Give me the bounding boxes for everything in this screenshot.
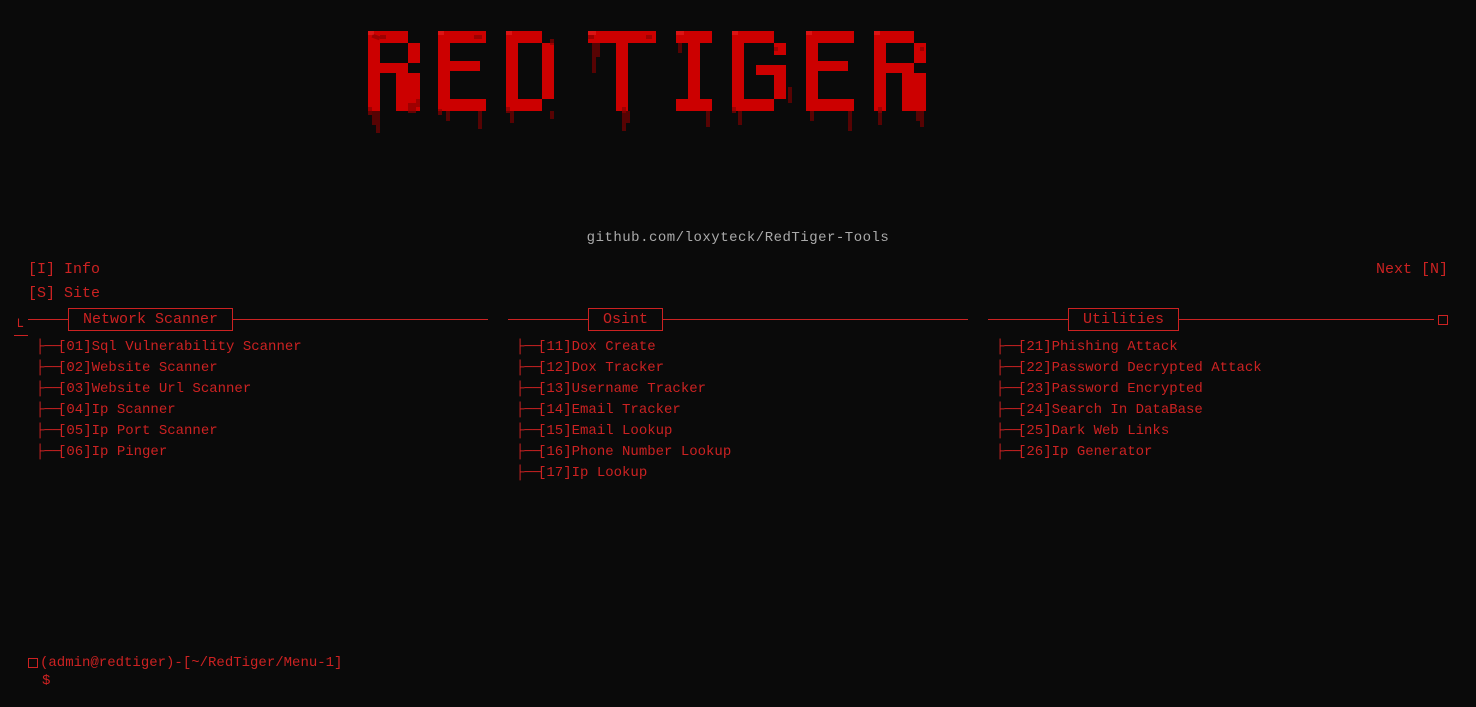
menu-item-14[interactable]: ├──[14] Email Tracker — [516, 402, 968, 418]
item-label: Ip Port Scanner — [92, 423, 218, 439]
menu-item-24[interactable]: ├──[24] Search In DataBase — [996, 402, 1448, 418]
panel-osint: Osint ├──[11] Dox Create ├──[12] Dox Trac… — [508, 308, 988, 481]
item-label: Search In DataBase — [1052, 402, 1203, 418]
main-layout: [I] Info [S] Site Next [N] └ Network Sca… — [0, 258, 1476, 481]
menu-item-03[interactable]: ├──[03] Website Url Scanner — [36, 381, 488, 397]
item-label: Ip Scanner — [92, 402, 176, 418]
item-number: [21] — [1018, 339, 1052, 355]
menu-item-12[interactable]: ├──[12] Dox Tracker — [516, 360, 968, 376]
terminal-area: (admin@redtiger)-[~/RedTiger/Menu-1] $ — [28, 655, 342, 689]
item-number: [14] — [538, 402, 572, 418]
terminal-dollar[interactable]: $ — [42, 673, 50, 689]
item-number: [03] — [58, 381, 92, 397]
menu-item-11[interactable]: ├──[11] Dox Create — [516, 339, 968, 355]
item-label: Dox Create — [572, 339, 656, 355]
hline2-left — [508, 319, 588, 320]
item-label: Website Url Scanner — [92, 381, 252, 397]
menu-item-17[interactable]: ├──[17] Ip Lookup — [516, 465, 968, 481]
panel-network-scanner: Network Scanner ├──[01] Sql Vulnerabilit… — [28, 308, 508, 481]
item-label: Dox Tracker — [572, 360, 664, 376]
panel2-header: Osint — [508, 308, 968, 331]
menu-item-22[interactable]: ├──[22] Password Decrypted Attack — [996, 360, 1448, 376]
item-label: Sql Vulnerability Scanner — [92, 339, 302, 355]
panel3-header: Utilities — [988, 308, 1448, 331]
menu-item-23[interactable]: ├──[23] Password Encrypted — [996, 381, 1448, 397]
hline3-right — [1179, 319, 1434, 320]
logo-svg — [358, 21, 1118, 221]
menu-item-16[interactable]: ├──[16] Phone Number Lookup — [516, 444, 968, 460]
panel-utilities: Utilities ├──[21] Phishing Attack ├──[22]… — [988, 308, 1448, 481]
panel3-items: ├──[21] Phishing Attack ├──[22] Password … — [988, 339, 1448, 460]
panel2-title: Osint — [588, 308, 663, 331]
github-link: github.com/loxyteck/RedTiger-Tools — [0, 230, 1476, 246]
item-number: [05] — [58, 423, 92, 439]
item-number: [15] — [538, 423, 572, 439]
panel1-title: Network Scanner — [68, 308, 233, 331]
terminal-dollar-line: $ — [42, 673, 342, 689]
item-number: [13] — [538, 381, 572, 397]
corner-box — [1438, 315, 1448, 325]
menu-item-04[interactable]: ├──[04] Ip Scanner — [36, 402, 488, 418]
nav-next[interactable]: Next [N] — [1376, 258, 1448, 306]
menu-item-05[interactable]: ├──[05] Ip Port Scanner — [36, 423, 488, 439]
item-label: Username Tracker — [572, 381, 706, 397]
nav-info[interactable]: [I] Info — [28, 258, 100, 282]
top-nav-row: [I] Info [S] Site Next [N] — [28, 258, 1448, 306]
menu-item-02[interactable]: ├──[02] Website Scanner — [36, 360, 488, 376]
item-number: [12] — [538, 360, 572, 376]
panel3-title: Utilities — [1068, 308, 1179, 331]
menu-item-21[interactable]: ├──[21] Phishing Attack — [996, 339, 1448, 355]
menu-item-01[interactable]: ├──[01] Sql Vulnerability Scanner — [36, 339, 488, 355]
menu-item-06[interactable]: ├──[06] Ip Pinger — [36, 444, 488, 460]
item-number: [04] — [58, 402, 92, 418]
item-label: Password Decrypted Attack — [1052, 360, 1262, 376]
item-number: [11] — [538, 339, 572, 355]
menu-item-13[interactable]: ├──[13] Username Tracker — [516, 381, 968, 397]
item-number: [17] — [538, 465, 572, 481]
item-label: Website Scanner — [92, 360, 218, 376]
panel1-header: Network Scanner — [28, 308, 488, 331]
github-text: github.com/loxyteck/RedTiger-Tools — [587, 230, 890, 246]
nav-site[interactable]: [S] Site — [28, 282, 100, 306]
left-border-lines: └ — [14, 308, 28, 336]
item-number: [06] — [58, 444, 92, 460]
item-number: [02] — [58, 360, 92, 376]
logo-area — [0, 0, 1476, 230]
item-number: [01] — [58, 339, 92, 355]
hline3-left — [988, 319, 1068, 320]
item-label: Email Lookup — [572, 423, 673, 439]
terminal-prompt-line: (admin@redtiger)-[~/RedTiger/Menu-1] — [28, 655, 342, 671]
menu-item-15[interactable]: ├──[15] Email Lookup — [516, 423, 968, 439]
item-label: Dark Web Links — [1052, 423, 1170, 439]
item-number: [23] — [1018, 381, 1052, 397]
panel2-items: ├──[11] Dox Create ├──[12] Dox Tracker ├──… — [508, 339, 968, 481]
item-label: Ip Pinger — [92, 444, 168, 460]
term-corner-box — [28, 658, 38, 668]
item-label: Ip Lookup — [572, 465, 648, 481]
item-number: [16] — [538, 444, 572, 460]
item-label: Phishing Attack — [1052, 339, 1178, 355]
menu-item-25[interactable]: ├──[25] Dark Web Links — [996, 423, 1448, 439]
menu-item-26[interactable]: ├──[26] Ip Generator — [996, 444, 1448, 460]
hline1-right — [233, 319, 488, 320]
item-label: Ip Generator — [1052, 444, 1153, 460]
item-number: [22] — [1018, 360, 1052, 376]
item-number: [26] — [1018, 444, 1052, 460]
terminal-prompt: (admin@redtiger)-[~/RedTiger/Menu-1] — [40, 655, 342, 671]
nav-left: [I] Info [S] Site — [28, 258, 100, 306]
hline1 — [28, 319, 68, 320]
panels-container: └ Network Scanner ├──[01] Sql Vulnerabil… — [28, 308, 1448, 481]
item-number: [24] — [1018, 402, 1052, 418]
item-label: Email Tracker — [572, 402, 681, 418]
item-label: Phone Number Lookup — [572, 444, 732, 460]
item-label: Password Encrypted — [1052, 381, 1203, 397]
panel1-items: ├──[01] Sql Vulnerability Scanner ├──[02]… — [28, 339, 488, 460]
item-number: [25] — [1018, 423, 1052, 439]
hline2-right — [663, 319, 968, 320]
